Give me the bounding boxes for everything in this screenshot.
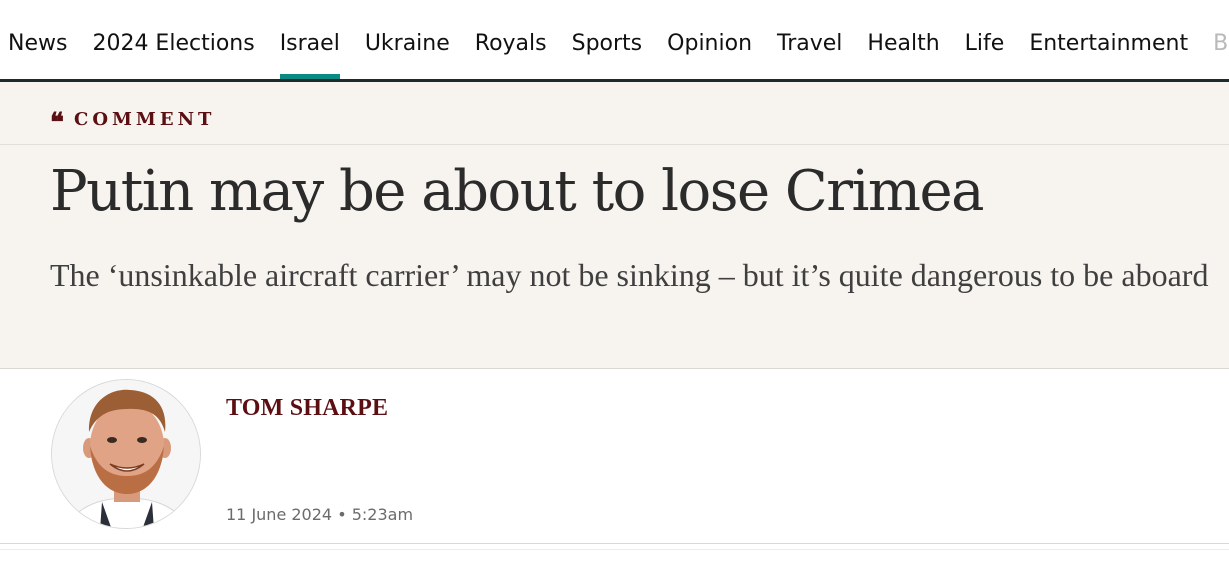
meta-separator: • — [337, 505, 347, 524]
author-portrait-avatar — [52, 380, 200, 528]
nav-list: News 2024 Elections Israel Ukraine Royal… — [0, 0, 1229, 79]
author-name-link[interactable]: TOM SHARPE — [226, 395, 388, 422]
quote-mark-icon: ❝ — [50, 108, 64, 138]
nav-item-travel[interactable]: Travel — [777, 0, 842, 79]
nav-item-life[interactable]: Life — [965, 0, 1005, 79]
publish-meta: 11 June 2024 • 5:23am — [226, 505, 413, 524]
nav-item-israel[interactable]: Israel — [279, 0, 340, 79]
kicker-label: COMMENT — [74, 108, 216, 130]
nav-item-2024-elections[interactable]: 2024 Elections — [92, 0, 254, 79]
publish-time: 5:23am — [351, 505, 414, 524]
nav-item-royals[interactable]: Royals — [475, 0, 547, 79]
byline-divider — [0, 543, 1229, 544]
article-standfirst: The ‘unsinkable aircraft carrier’ may no… — [50, 257, 1209, 293]
nav-item-sports[interactable]: Sports — [572, 0, 643, 79]
nav-item-news[interactable]: News — [8, 0, 67, 79]
article-header: ❝ COMMENT Putin may be about to lose Cri… — [0, 82, 1229, 369]
byline-divider-secondary — [0, 549, 1229, 550]
article-headline: Putin may be about to lose Crimea — [50, 159, 985, 224]
nav-item-business-truncated[interactable]: Bu — [1213, 0, 1229, 79]
nav-item-opinion[interactable]: Opinion — [667, 0, 752, 79]
section-kicker: ❝ COMMENT — [50, 106, 216, 138]
header-divider — [0, 144, 1229, 145]
nav-item-ukraine[interactable]: Ukraine — [365, 0, 450, 79]
nav-item-entertainment[interactable]: Entertainment — [1029, 0, 1188, 79]
nav-item-health[interactable]: Health — [867, 0, 939, 79]
publish-date: 11 June 2024 — [226, 505, 333, 524]
top-navigation: News 2024 Elections Israel Ukraine Royal… — [0, 0, 1229, 82]
author-avatar[interactable] — [51, 379, 201, 529]
